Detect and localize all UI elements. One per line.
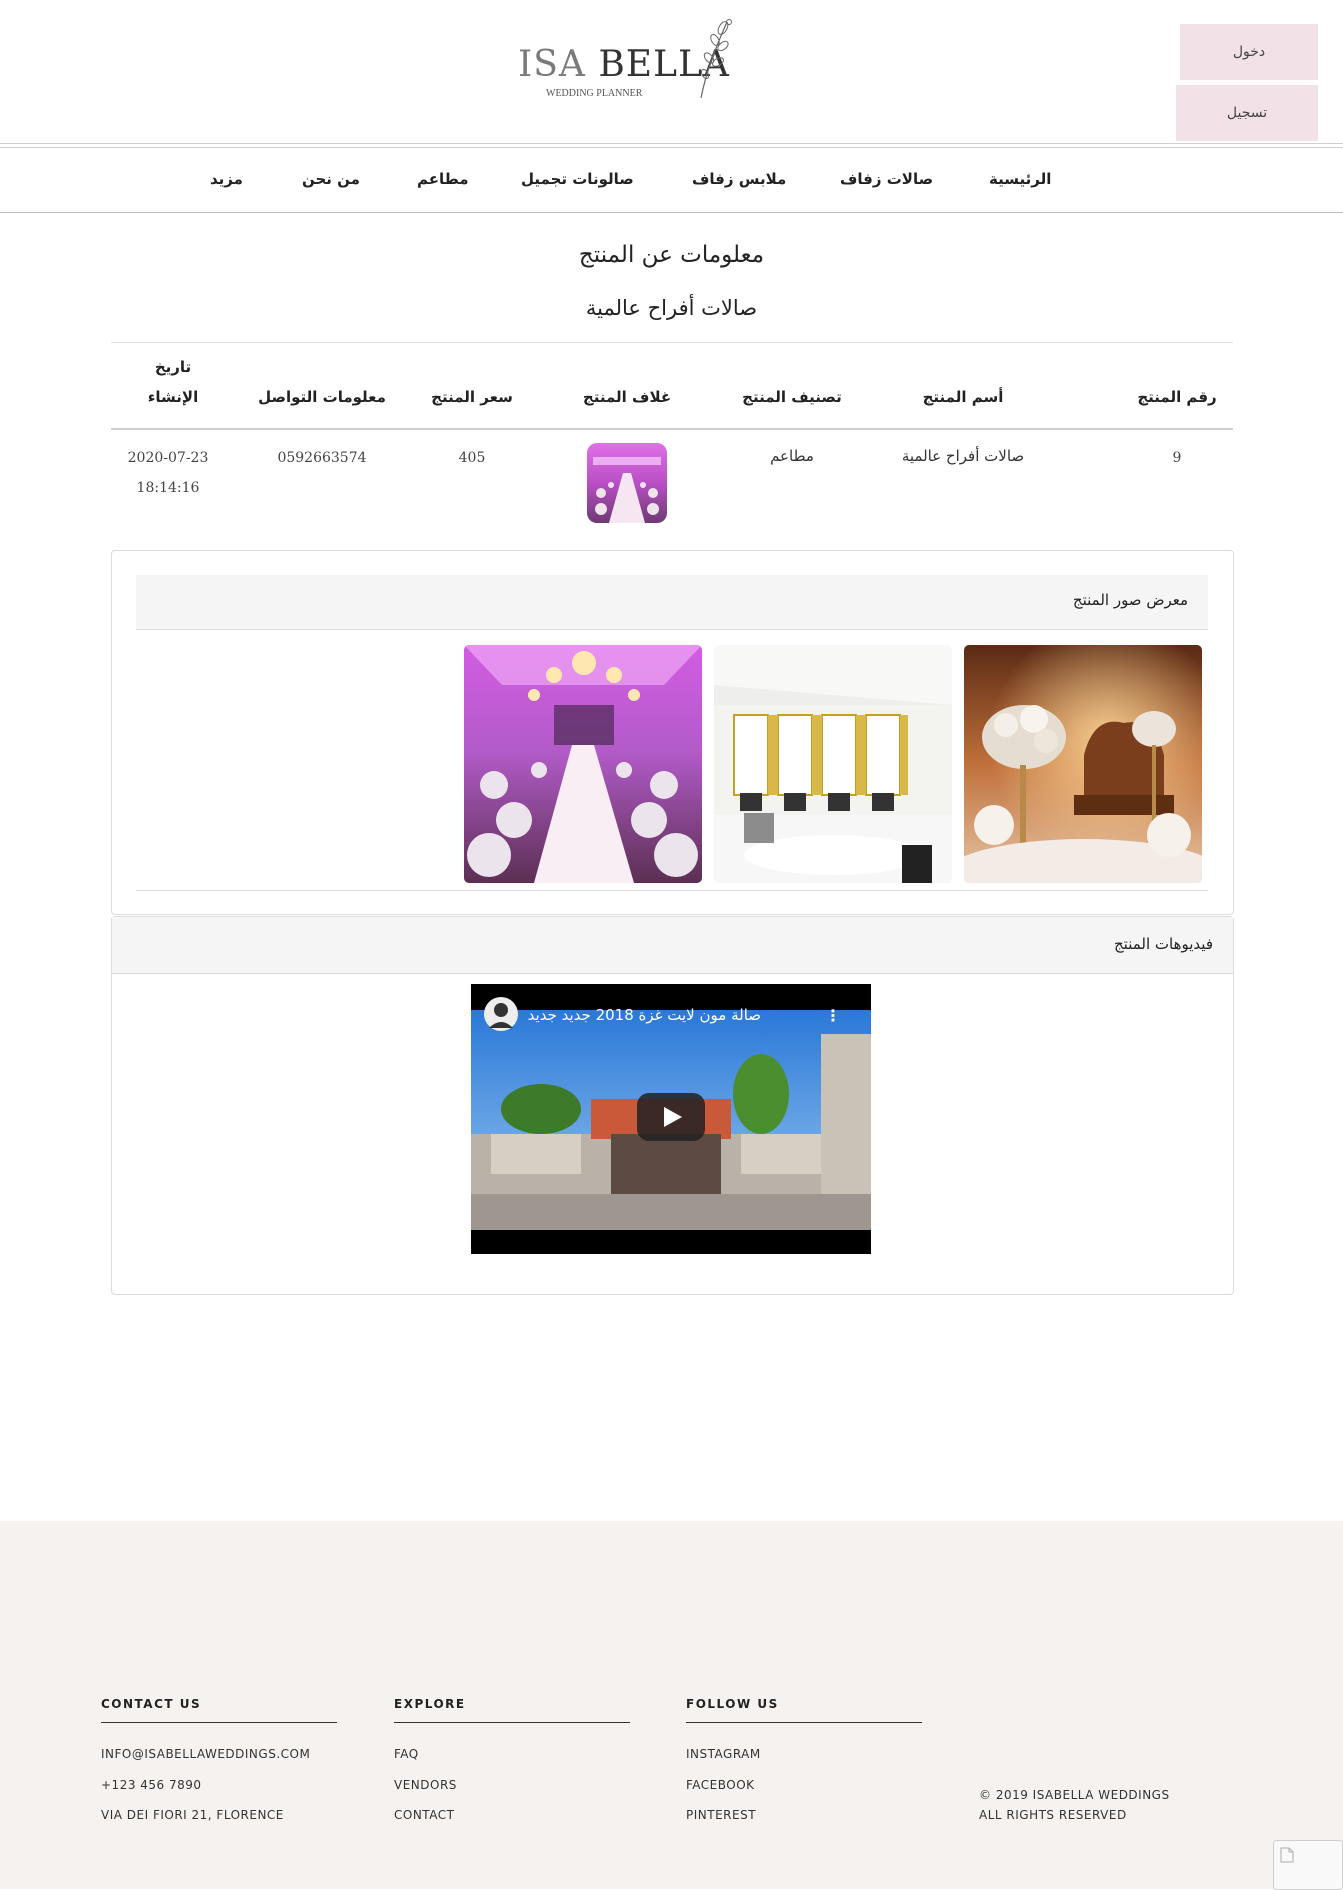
cell-price: 405	[458, 450, 486, 466]
login-button[interactable]: دخول	[1180, 24, 1318, 80]
cell-created-date: 2020-07-23	[127, 450, 209, 466]
gallery-title: معرض صور المنتج	[1072, 591, 1188, 609]
header-divider	[0, 143, 1343, 144]
cell-contact: 0592663574	[277, 450, 367, 466]
logo-isa-text: ISA	[518, 44, 586, 85]
footer-link-pinterest[interactable]: PINTEREST	[686, 1808, 756, 1822]
register-button[interactable]: تسجيل	[1176, 85, 1318, 141]
cell-created: 2020-07-23 18:14:16	[113, 443, 223, 503]
table-divider	[111, 342, 1233, 343]
product-title: صالات أفراح عالمية	[585, 296, 758, 320]
footer-address: VIA DEI FIORI 21, FLORENCE	[101, 1808, 284, 1822]
footer-divider	[394, 1722, 630, 1723]
footer-explore-title: EXPLORE	[394, 1697, 466, 1711]
video-player[interactable]: صالة مون لايت غزة 2018 جديد جديد ⋮	[471, 984, 871, 1254]
gallery-image[interactable]	[464, 645, 702, 883]
videos-header: فيديوهات المنتج	[112, 917, 1233, 974]
page-title: معلومات عن المنتج	[578, 242, 765, 268]
column-header-price: سعر المنتج	[431, 388, 513, 406]
site-logo[interactable]: ISA BELLA WEDDING PLANNER	[515, 18, 745, 104]
footer-divider	[101, 1722, 337, 1723]
gallery-header: معرض صور المنتج	[136, 575, 1208, 630]
nav-item-wedding-dresses[interactable]: ملابس زفاف	[692, 170, 786, 188]
footer-link-vendors[interactable]: VENDORS	[394, 1778, 457, 1792]
gallery-image[interactable]	[964, 645, 1202, 883]
gallery-photo-stage	[964, 645, 1202, 883]
footer-link-instagram[interactable]: INSTAGRAM	[686, 1747, 761, 1761]
footer-divider	[686, 1722, 922, 1723]
floral-branch-icon	[700, 19, 732, 99]
product-gallery-panel: معرض صور المنتج	[111, 550, 1234, 915]
videos-title: فيديوهات المنتج	[1113, 935, 1213, 953]
site-header: ISA BELLA WEDDING PLANNER دخول تسجيل	[0, 0, 1343, 148]
site-footer: CONTACT US INFO@ISABELLAWEDDINGS.COM +12…	[0, 1521, 1343, 1890]
more-options-icon[interactable]: ⋮	[825, 1006, 841, 1025]
nav-item-home[interactable]: الرئيسية	[989, 170, 1051, 188]
cover-image	[587, 443, 667, 523]
cover-thumbnail[interactable]	[587, 443, 667, 523]
column-header-category: تصنيف المنتج	[742, 388, 842, 406]
logo-tagline: WEDDING PLANNER	[546, 88, 643, 99]
column-header-created: تاريخ الإنشاء	[123, 352, 223, 412]
cell-category: مطاعم	[770, 447, 814, 465]
cell-name: صالات أفراح عالمية	[901, 447, 1025, 465]
channel-avatar-icon[interactable]	[483, 996, 519, 1032]
column-header-cover: غلاف المنتج	[582, 388, 672, 406]
column-header-created-line1: تاريخ	[154, 358, 192, 376]
document-icon	[1280, 1847, 1294, 1863]
column-header-created-line2: الإنشاء	[147, 388, 199, 406]
footer-email-link[interactable]: INFO@ISABELLAWEDDINGS.COM	[101, 1747, 310, 1761]
footer-link-contact[interactable]: CONTACT	[394, 1808, 454, 1822]
footer-link-facebook[interactable]: FACEBOOK	[686, 1778, 755, 1792]
column-header-contact: معلومات التواصل	[258, 388, 386, 406]
footer-follow-title: FOLLOW US	[686, 1697, 779, 1711]
gallery-photo-salon	[714, 645, 952, 883]
gallery-divider	[136, 890, 1208, 891]
table-header-divider	[111, 428, 1233, 430]
video-title: صالة مون لايت غزة 2018 جديد جديد	[527, 1006, 761, 1024]
gallery-image[interactable]	[714, 645, 952, 883]
nav-item-more[interactable]: مزيد	[210, 170, 243, 188]
footer-phone-link[interactable]: +123 456 7890	[101, 1778, 202, 1792]
gallery-photo-hall	[464, 645, 702, 883]
product-info-table: رقم المنتج أسم المنتج تصنيف المنتج غلاف …	[111, 342, 1233, 532]
nav-item-beauty-salons[interactable]: صالونات تجميل	[521, 170, 634, 188]
nav-item-about-us[interactable]: من نحن	[302, 170, 360, 188]
column-header-id: رقم المنتج	[1137, 388, 1217, 406]
cell-created-time: 18:14:16	[136, 480, 200, 496]
footer-rights: ALL RIGHTS RESERVED	[979, 1808, 1127, 1822]
main-nav: الرئيسية صالات زفاف ملابس زفاف صالونات ت…	[0, 148, 1343, 213]
product-videos-panel: فيديوهات المنتج صالة مون لايت غزة 2018 ج…	[111, 916, 1234, 1295]
recaptcha-badge[interactable]	[1273, 1840, 1343, 1890]
play-button-icon[interactable]	[637, 1093, 705, 1141]
footer-contact-title: CONTACT US	[101, 1697, 202, 1711]
column-header-name: أسم المنتج	[922, 388, 1004, 406]
nav-item-restaurants[interactable]: مطاعم	[417, 170, 469, 188]
footer-link-faq[interactable]: FAQ	[394, 1747, 419, 1761]
cell-id: 9	[1172, 450, 1182, 466]
nav-item-wedding-halls[interactable]: صالات زفاف	[840, 170, 933, 188]
footer-copyright: © 2019 ISABELLA WEDDINGS	[979, 1788, 1170, 1802]
